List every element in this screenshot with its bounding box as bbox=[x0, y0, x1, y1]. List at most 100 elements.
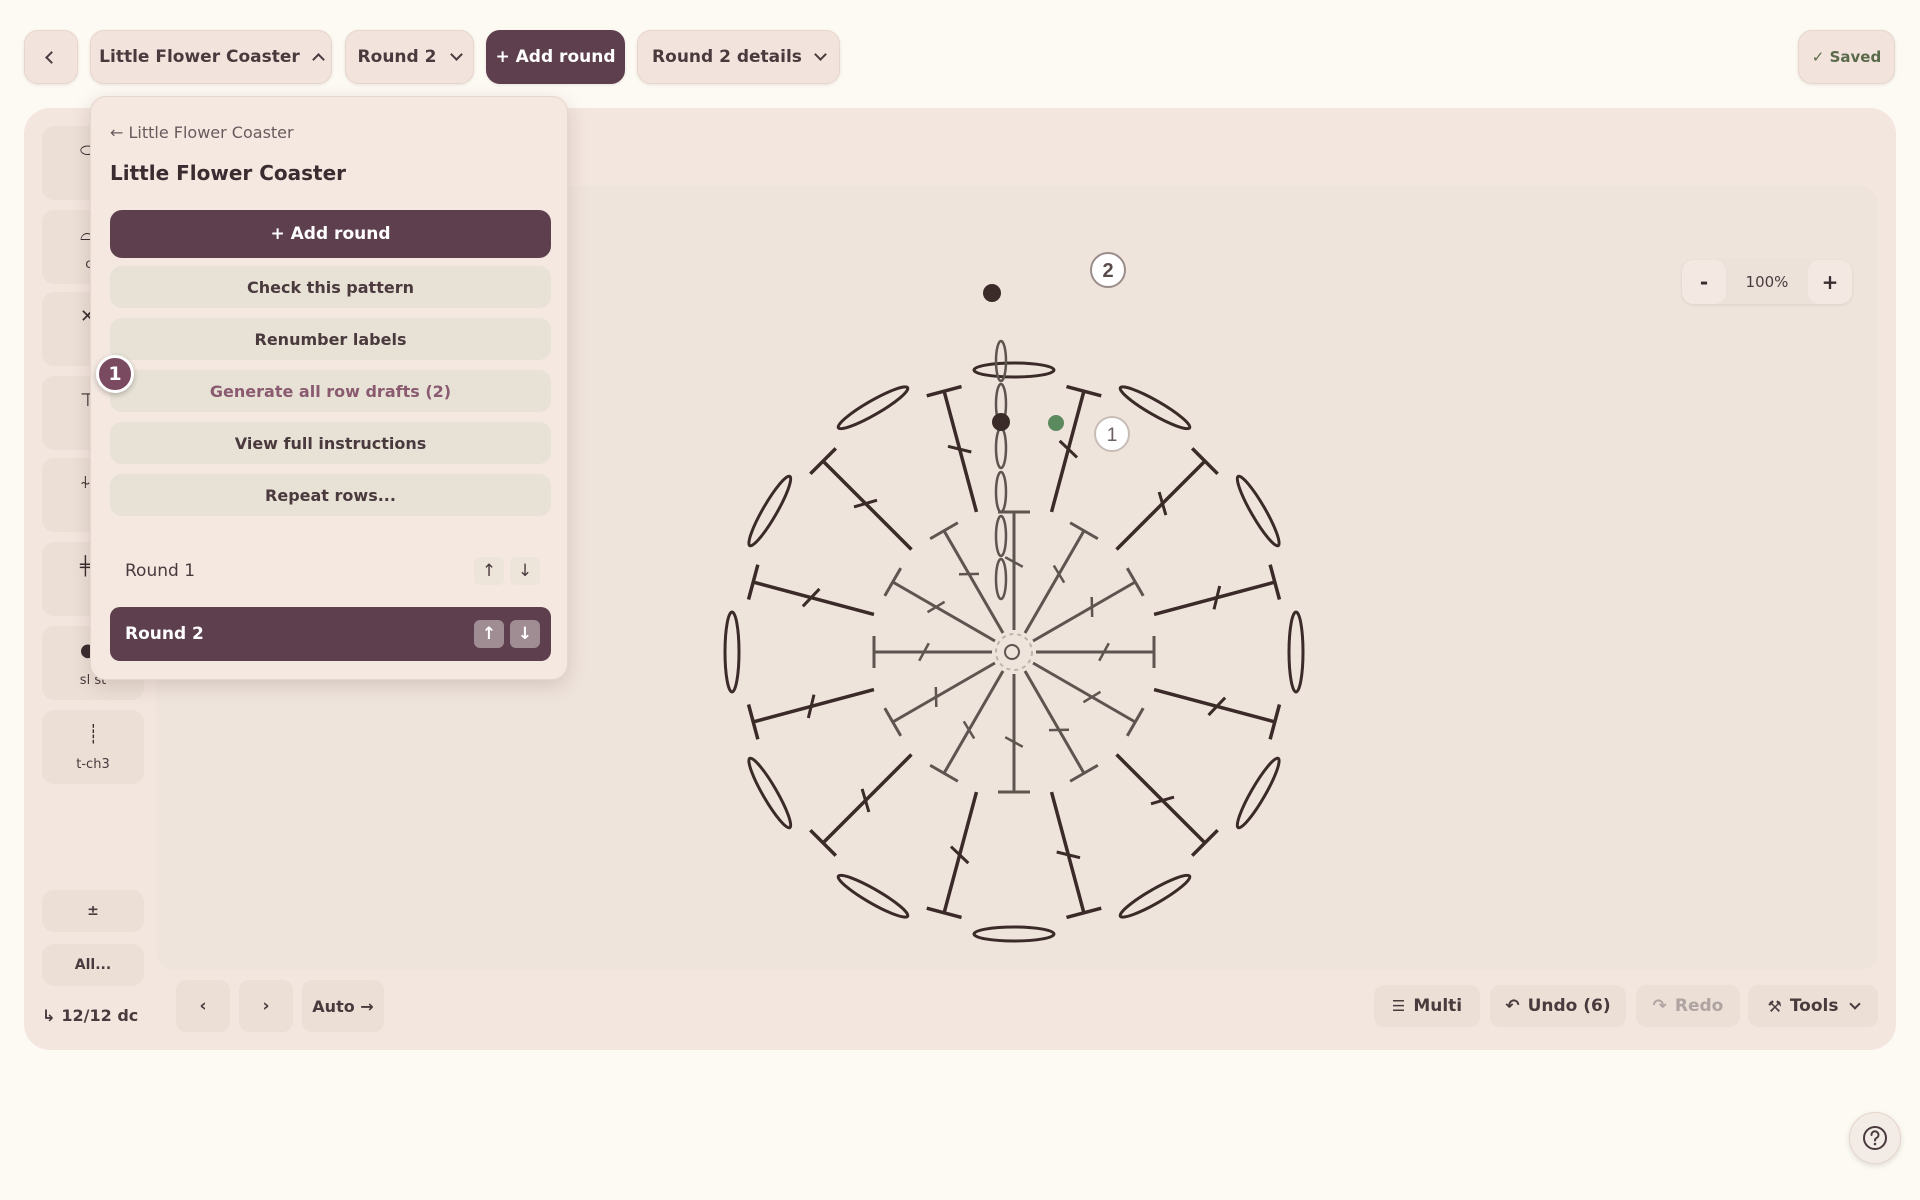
corner-arrow-icon: ↳ bbox=[42, 1005, 56, 1025]
zoom-out-button[interactable]: - bbox=[1682, 260, 1726, 304]
dc-top-bar[interactable] bbox=[1069, 763, 1099, 783]
dc-top-bar[interactable] bbox=[1125, 567, 1145, 597]
pattern-menu-popover: ← Little Flower Coaster Little Flower Co… bbox=[90, 96, 568, 680]
active-stitch-dot[interactable] bbox=[1048, 415, 1064, 431]
move-down-button[interactable]: ↓ bbox=[510, 620, 540, 648]
round-label-1[interactable]: 1 bbox=[1094, 416, 1130, 452]
saved-status: ✓ Saved bbox=[1798, 30, 1895, 84]
prev-button[interactable]: ‹ bbox=[176, 980, 230, 1032]
action-label: Renumber labels bbox=[254, 329, 407, 349]
chain-loop[interactable] bbox=[744, 473, 796, 549]
chain-loop[interactable] bbox=[1232, 755, 1284, 831]
move-down-button[interactable]: ↓ bbox=[510, 557, 540, 585]
redo-label: Redo bbox=[1674, 996, 1724, 1016]
turning-chain-loop[interactable] bbox=[994, 557, 1008, 601]
slip-stitch-dot[interactable] bbox=[983, 284, 1001, 302]
chain-loop[interactable] bbox=[1232, 473, 1284, 549]
round-row-active[interactable]: Round 2 ↑ ↓ bbox=[110, 607, 551, 661]
svg-text:2: 2 bbox=[1102, 260, 1113, 282]
dc-stitch-round-2[interactable] bbox=[942, 791, 979, 914]
turning-chain-loop[interactable] bbox=[994, 426, 1008, 470]
dc-top-bar[interactable] bbox=[929, 763, 959, 783]
tool-tch3[interactable]: ┊ t-ch3 bbox=[42, 710, 144, 784]
multi-button[interactable]: ☰ Multi bbox=[1374, 985, 1480, 1027]
add-round-button[interactable]: + Add round bbox=[486, 30, 625, 84]
dc-stitch-round-2[interactable] bbox=[1049, 390, 1086, 513]
saved-label: ✓ Saved bbox=[1811, 48, 1882, 66]
move-up-button[interactable]: ↑ bbox=[474, 620, 504, 648]
dc-stitch-round-2[interactable] bbox=[942, 390, 979, 513]
check-pattern-button[interactable]: Check this pattern bbox=[110, 266, 551, 308]
action-label: Check this pattern bbox=[247, 277, 414, 297]
dc-top-bar[interactable] bbox=[1125, 707, 1145, 737]
dc-stitch-round-2[interactable] bbox=[1115, 459, 1207, 551]
renumber-labels-button[interactable]: Renumber labels bbox=[110, 318, 551, 360]
turning-chain-loop[interactable] bbox=[994, 470, 1008, 514]
dc-top-bar[interactable] bbox=[883, 707, 903, 737]
dc-stitch-round-2[interactable] bbox=[821, 753, 913, 845]
all-label: All... bbox=[74, 957, 112, 973]
chain-loop[interactable] bbox=[723, 610, 741, 694]
all-stitches-button[interactable]: All... bbox=[42, 944, 144, 986]
round-label-2[interactable]: 2 bbox=[1090, 252, 1126, 288]
round-select[interactable]: Round 2 bbox=[345, 30, 474, 84]
turning-chain-loop[interactable] bbox=[994, 514, 1008, 558]
chain-loop[interactable] bbox=[744, 755, 796, 831]
tools-label: Tools bbox=[1789, 996, 1839, 1016]
counter-label: 12/12 dc bbox=[61, 1005, 139, 1025]
round-select-value: Round 2 bbox=[357, 47, 437, 67]
undo-button[interactable]: ↶ Undo (6) bbox=[1490, 985, 1626, 1027]
magic-ring[interactable] bbox=[995, 633, 1033, 671]
dc-stitch-round-2[interactable] bbox=[1049, 791, 1086, 914]
slip-stitch-dot[interactable] bbox=[992, 413, 1010, 431]
view-instructions-button[interactable]: View full instructions bbox=[110, 422, 551, 464]
popover-add-round-button[interactable]: + Add round bbox=[110, 210, 551, 258]
chain-loop[interactable] bbox=[1117, 870, 1193, 922]
toggle-increase-button[interactable]: ± bbox=[42, 890, 144, 932]
zoom-in-button[interactable]: + bbox=[1807, 260, 1852, 304]
chain-loop[interactable] bbox=[835, 870, 911, 922]
help-button[interactable] bbox=[1849, 1112, 1901, 1164]
dc-top-bar[interactable] bbox=[883, 567, 903, 597]
dc-top-bar[interactable] bbox=[929, 521, 959, 541]
dc-top-bar[interactable] bbox=[1069, 521, 1099, 541]
dc-stitch-round-2[interactable] bbox=[1153, 687, 1276, 724]
generate-drafts-button[interactable]: Generate all row drafts (2) bbox=[110, 370, 551, 412]
chain-loop[interactable] bbox=[972, 925, 1056, 943]
action-label: Repeat rows... bbox=[265, 485, 396, 505]
dc-stitch-round-2[interactable] bbox=[1115, 753, 1207, 845]
chain-loop[interactable] bbox=[972, 361, 1056, 379]
zoom-control: - 100% + bbox=[1682, 260, 1852, 304]
chevron-up-icon bbox=[311, 53, 325, 66]
chain-loop[interactable] bbox=[1117, 382, 1193, 434]
dc-stitch-round-2[interactable] bbox=[821, 459, 913, 551]
tutorial-step-badge[interactable]: 1 bbox=[96, 355, 134, 393]
back-to-pattern-link[interactable]: ← Little Flower Coaster bbox=[110, 123, 294, 142]
multi-label: Multi bbox=[1413, 996, 1463, 1016]
round-details-button[interactable]: Round 2 details bbox=[637, 30, 840, 84]
next-label: › bbox=[262, 996, 270, 1016]
dc-stitch-round-2[interactable] bbox=[1153, 580, 1276, 617]
svg-text:1: 1 bbox=[1107, 425, 1118, 446]
turning-chain-loop[interactable] bbox=[994, 339, 1008, 383]
next-button[interactable]: › bbox=[239, 980, 293, 1032]
chain-loop[interactable] bbox=[1287, 610, 1305, 694]
pattern-menu-button[interactable]: Little Flower Coaster bbox=[90, 30, 332, 84]
round-row[interactable]: Round 1 ↑ ↓ bbox=[110, 545, 551, 597]
undo-icon: ↶ bbox=[1505, 996, 1520, 1016]
round-label: Round 1 bbox=[125, 561, 196, 581]
checklist-icon: ☰ bbox=[1391, 997, 1406, 1015]
move-up-button[interactable]: ↑ bbox=[474, 557, 504, 585]
dc-stitch-round-2[interactable] bbox=[752, 687, 875, 724]
center-ring[interactable] bbox=[1004, 644, 1020, 660]
tools-button[interactable]: ⚒ Tools bbox=[1748, 985, 1878, 1027]
back-button[interactable] bbox=[24, 30, 78, 84]
pattern-name: Little Flower Coaster bbox=[99, 47, 300, 67]
repeat-rows-button[interactable]: Repeat rows... bbox=[110, 474, 551, 516]
dc-stitch-round-2[interactable] bbox=[752, 580, 875, 617]
auto-button[interactable]: Auto → bbox=[302, 980, 384, 1032]
chain-loop[interactable] bbox=[835, 382, 911, 434]
stitch-counter: ↳ 12/12 dc bbox=[42, 994, 138, 1036]
redo-button[interactable]: ↷ Redo bbox=[1636, 985, 1740, 1027]
chevron-down-icon bbox=[814, 48, 827, 61]
